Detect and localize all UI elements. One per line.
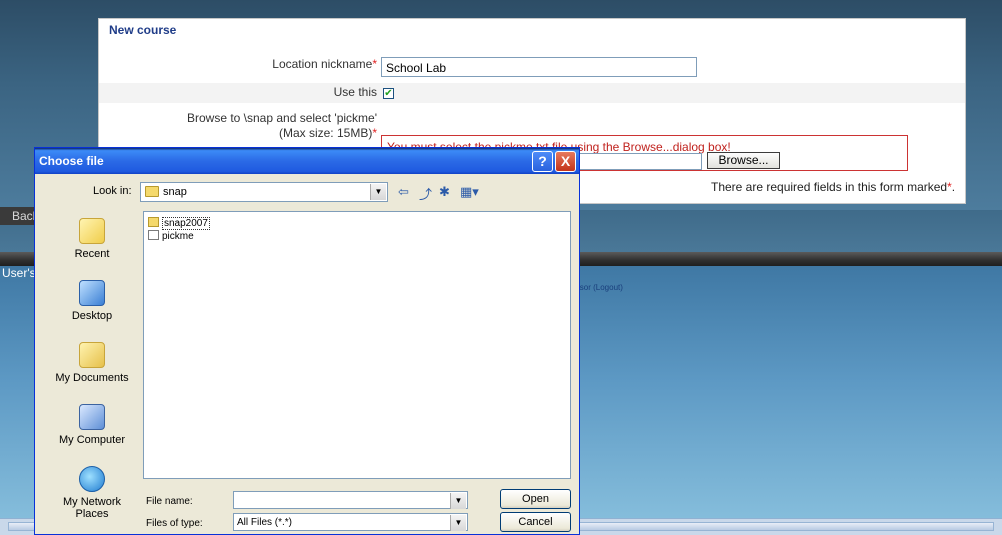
place-label: My Network Places <box>62 496 122 520</box>
look-in-label: Look in: <box>93 185 132 197</box>
browse-label-line1: Browse to \snap and select 'pickme' <box>186 111 377 125</box>
dialog-title: Choose file <box>39 154 104 168</box>
list-item[interactable]: snap2007 <box>148 217 210 230</box>
open-button[interactable]: Open <box>500 489 571 509</box>
file-type-dropdown[interactable]: All Files (*.*) ▼ <box>233 513 468 531</box>
location-label: Location nickname* <box>272 57 377 71</box>
place-network[interactable]: My Network Places <box>55 466 129 520</box>
file-list[interactable]: snap2007 pickme <box>143 211 571 479</box>
required-star: * <box>372 126 377 140</box>
browse-label-line2: (Max size: 15MB) <box>278 126 373 140</box>
chevron-down-icon[interactable]: ▼ <box>450 515 466 531</box>
text-file-icon <box>148 230 159 240</box>
new-folder-icon[interactable]: ✱ <box>439 184 450 200</box>
file-type-value: All Files (*.*) <box>237 517 293 528</box>
place-desktop[interactable]: Desktop <box>55 280 129 322</box>
choose-file-dialog: Choose file ? X Look in: snap ▼ ⇦ ⤴ ✱ ▦▾… <box>34 147 580 535</box>
recent-folder-icon <box>79 218 105 244</box>
use-this-label: Use this <box>333 85 377 99</box>
browse-button[interactable]: Browse... <box>707 152 780 169</box>
place-label: Recent <box>74 248 110 260</box>
view-menu-icon[interactable]: ▦▾ <box>460 184 479 200</box>
browse-label: Browse to \snap and select 'pickme' (Max… <box>187 111 377 141</box>
network-places-icon <box>79 466 105 492</box>
my-computer-icon <box>79 404 105 430</box>
file-name: pickme <box>162 231 194 242</box>
back-arrow-icon[interactable]: ⇦ <box>398 184 409 200</box>
form-section-title: New course <box>109 23 177 37</box>
desktop-icon <box>79 280 105 306</box>
my-documents-icon <box>79 342 105 368</box>
look-in-dropdown[interactable]: snap ▼ <box>140 182 388 202</box>
help-button[interactable]: ? <box>532 151 553 172</box>
place-my-computer[interactable]: My Computer <box>55 404 129 446</box>
required-star: * <box>372 57 377 71</box>
location-nickname-input[interactable]: School Lab <box>381 57 697 77</box>
place-label: My Documents <box>55 372 129 384</box>
dialog-titlebar[interactable]: Choose file ? X <box>35 148 579 174</box>
required-fields-note: There are required fields in this form m… <box>711 180 956 194</box>
use-this-checkbox[interactable]: ✔ <box>383 88 394 99</box>
file-name-input[interactable]: ▼ <box>233 491 468 509</box>
look-in-value: snap <box>163 186 187 198</box>
file-name: snap2007 <box>162 217 210 230</box>
list-item[interactable]: pickme <box>148 230 194 242</box>
place-label: My Computer <box>58 434 126 446</box>
places-bar: Recent Desktop My Documents My Computer … <box>55 208 129 530</box>
place-my-documents[interactable]: My Documents <box>55 342 129 384</box>
place-recent[interactable]: Recent <box>55 218 129 260</box>
chevron-down-icon[interactable]: ▼ <box>370 184 386 200</box>
cancel-button[interactable]: Cancel <box>500 512 571 532</box>
logout-link[interactable]: isor (Logout) <box>578 283 623 292</box>
users-label: User's <box>2 266 36 280</box>
close-button[interactable]: X <box>555 151 576 172</box>
file-type-label: Files of type: <box>146 518 203 529</box>
folder-icon <box>145 186 159 197</box>
up-folder-icon[interactable]: ⤴ <box>419 184 432 203</box>
use-this-row: Use this ✔ <box>99 83 965 103</box>
place-label: Desktop <box>71 310 113 322</box>
file-name-label: File name: <box>146 496 193 507</box>
chevron-down-icon[interactable]: ▼ <box>450 493 466 509</box>
folder-icon <box>148 217 159 227</box>
